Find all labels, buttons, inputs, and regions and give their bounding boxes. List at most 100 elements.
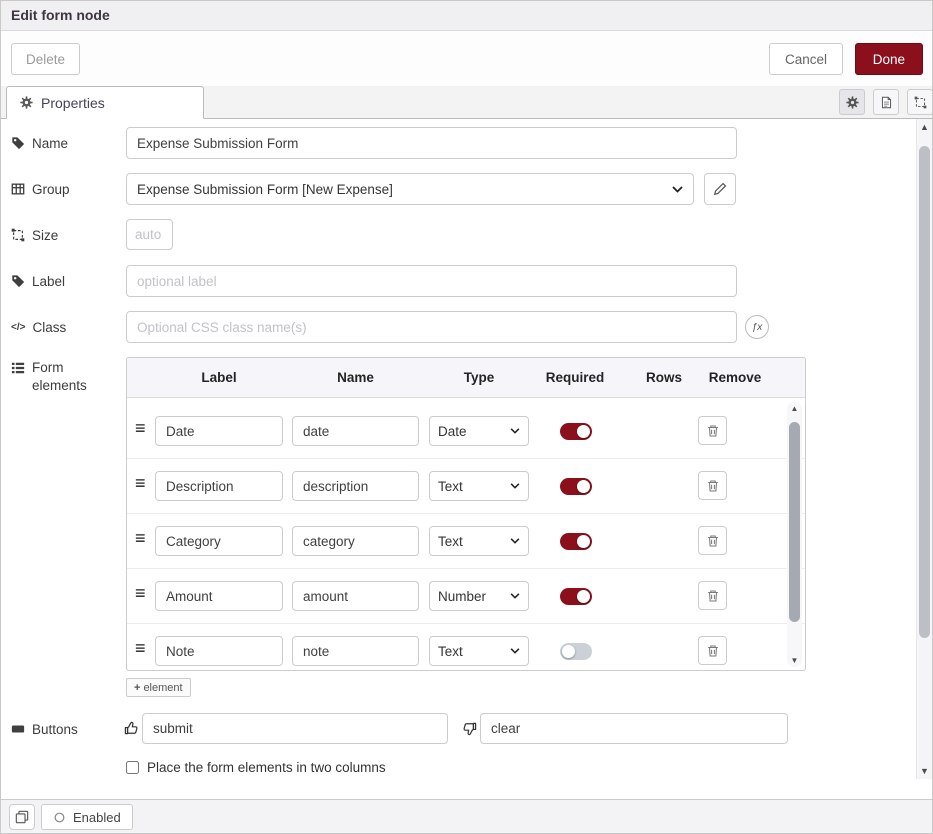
appearance-pane-button[interactable] bbox=[907, 89, 933, 115]
element-name-input[interactable] bbox=[292, 581, 419, 611]
scrollbar-thumb[interactable] bbox=[919, 146, 930, 638]
pencil-icon bbox=[713, 182, 727, 196]
element-name-input[interactable] bbox=[292, 526, 419, 556]
element-type-value: Text bbox=[438, 479, 506, 494]
chevron-down-icon bbox=[672, 186, 683, 193]
tag-icon bbox=[11, 136, 25, 150]
required-toggle[interactable] bbox=[560, 478, 592, 495]
toggle-knob bbox=[577, 535, 590, 548]
form-elements-table: Label Name Type Required Rows Remove ≡ D… bbox=[126, 357, 806, 671]
size-input[interactable] bbox=[126, 219, 173, 250]
node-info-button[interactable] bbox=[9, 804, 35, 830]
element-type-value: Text bbox=[438, 534, 506, 549]
description-pane-button[interactable] bbox=[873, 89, 899, 115]
chevron-down-icon bbox=[510, 593, 520, 599]
tag-icon bbox=[11, 274, 25, 288]
dialog-button-bar: Delete Cancel Done bbox=[1, 31, 932, 86]
table-grid-icon bbox=[11, 182, 25, 196]
chevron-down-icon bbox=[510, 538, 520, 544]
required-toggle[interactable] bbox=[560, 423, 592, 440]
required-toggle[interactable] bbox=[560, 533, 592, 550]
element-label-input[interactable] bbox=[155, 471, 283, 501]
clear-button-label-input[interactable] bbox=[480, 713, 788, 744]
group-select[interactable]: Expense Submission Form [New Expense] bbox=[126, 173, 694, 205]
tab-properties[interactable]: Properties bbox=[6, 86, 204, 119]
list-icon bbox=[11, 361, 25, 375]
name-input[interactable] bbox=[126, 127, 737, 159]
label-text: Form elements bbox=[32, 359, 110, 395]
label-text: Label bbox=[32, 274, 65, 289]
element-type-select[interactable]: Number bbox=[429, 581, 529, 611]
element-label-input[interactable] bbox=[155, 416, 283, 446]
drag-handle-icon[interactable]: ≡ bbox=[135, 528, 146, 549]
drag-handle-icon[interactable]: ≡ bbox=[135, 583, 146, 604]
toggle-knob bbox=[577, 480, 590, 493]
edit-group-button[interactable] bbox=[704, 173, 736, 205]
group-field-label: Group bbox=[11, 173, 121, 205]
drag-handle-icon[interactable]: ≡ bbox=[135, 638, 146, 659]
done-button[interactable]: Done bbox=[855, 43, 923, 75]
element-type-select[interactable]: Text bbox=[429, 526, 529, 556]
two-columns-checkbox[interactable] bbox=[126, 761, 139, 774]
element-type-select[interactable]: Date bbox=[429, 416, 529, 446]
scroll-up-icon[interactable]: ▲ bbox=[917, 122, 932, 132]
scrollbar-thumb[interactable] bbox=[789, 422, 800, 622]
dynamic-class-button[interactable]: ƒx bbox=[745, 315, 769, 339]
toggle-knob bbox=[577, 425, 590, 438]
element-name-input[interactable] bbox=[292, 636, 419, 666]
element-type-select[interactable]: Text bbox=[429, 636, 529, 666]
table-row: ≡ Text bbox=[127, 624, 805, 670]
delete-element-button[interactable] bbox=[698, 526, 727, 555]
element-type-value: Text bbox=[438, 644, 506, 659]
delete-button[interactable]: Delete bbox=[11, 43, 80, 75]
scroll-up-icon[interactable]: ▲ bbox=[787, 404, 802, 413]
trash-icon bbox=[706, 644, 720, 658]
label-text: Group bbox=[32, 182, 70, 197]
form-elements-label: Form elements bbox=[11, 359, 121, 395]
gear-icon bbox=[20, 96, 33, 109]
scroll-down-icon[interactable]: ▼ bbox=[917, 766, 932, 776]
trash-icon bbox=[706, 534, 720, 548]
drag-handle-icon[interactable]: ≡ bbox=[135, 473, 146, 494]
element-label-input[interactable] bbox=[155, 526, 283, 556]
dialog-title: Edit form node bbox=[11, 1, 110, 30]
table-scrollbar[interactable]: ▲ ▼ bbox=[787, 402, 802, 667]
scroll-down-icon[interactable]: ▼ bbox=[787, 656, 802, 665]
element-label-input[interactable] bbox=[155, 581, 283, 611]
element-label-input[interactable] bbox=[155, 636, 283, 666]
add-element-button[interactable]: + element bbox=[126, 678, 191, 697]
delete-element-button[interactable] bbox=[698, 416, 727, 445]
gear-icon bbox=[846, 96, 859, 109]
properties-panel: Name Group Expense Submission Form [New … bbox=[1, 119, 916, 799]
enabled-toggle-button[interactable]: Enabled bbox=[41, 804, 133, 830]
column-header-remove: Remove bbox=[693, 358, 777, 398]
fx-icon: ƒx bbox=[752, 322, 763, 333]
two-columns-label: Place the form elements in two columns bbox=[147, 760, 386, 775]
element-name-input[interactable] bbox=[292, 416, 419, 446]
delete-element-button[interactable] bbox=[698, 471, 727, 500]
label-text: Name bbox=[32, 136, 68, 151]
column-header-rows: Rows bbox=[624, 358, 704, 398]
dialog-scrollbar[interactable]: ▲ ▼ bbox=[916, 119, 932, 779]
column-header-name: Name bbox=[292, 358, 419, 398]
label-input[interactable] bbox=[126, 265, 737, 297]
tab-toolbar bbox=[839, 89, 933, 115]
delete-element-button[interactable] bbox=[698, 581, 727, 610]
element-type-select[interactable]: Text bbox=[429, 471, 529, 501]
properties-pane-button[interactable] bbox=[839, 89, 865, 115]
table-body: ≡ Date ≡ bbox=[127, 398, 805, 670]
label-text: Size bbox=[32, 228, 58, 243]
tab-properties-label: Properties bbox=[41, 95, 105, 111]
class-input[interactable] bbox=[126, 311, 737, 343]
label-text: Class bbox=[32, 320, 66, 335]
required-toggle[interactable] bbox=[560, 588, 592, 605]
element-name-input[interactable] bbox=[292, 471, 419, 501]
chevron-down-icon bbox=[510, 648, 520, 654]
column-header-label: Label bbox=[155, 358, 283, 398]
delete-element-button[interactable] bbox=[698, 636, 727, 665]
drag-handle-icon[interactable]: ≡ bbox=[135, 418, 146, 439]
required-toggle[interactable] bbox=[560, 643, 592, 660]
table-row: ≡ Text bbox=[127, 459, 805, 514]
submit-button-label-input[interactable] bbox=[142, 713, 448, 744]
cancel-button[interactable]: Cancel bbox=[769, 43, 843, 75]
